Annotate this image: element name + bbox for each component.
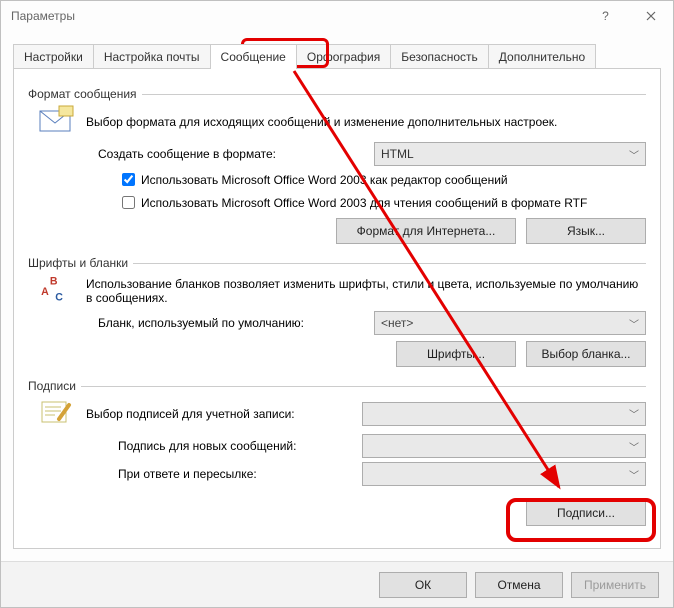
blank-select[interactable]: <нет> ﹀ <box>374 311 646 335</box>
sig-reply-select[interactable]: ﹀ <box>362 462 646 486</box>
checkbox-word-editor[interactable]: Использовать Microsoft Office Word 2003 … <box>118 170 508 189</box>
legend-fonts: Шрифты и бланки <box>28 256 133 270</box>
chevron-down-icon: ﹀ <box>629 316 639 331</box>
close-button[interactable] <box>628 1 673 31</box>
dialog-footer: ОК Отмена Применить <box>1 561 673 607</box>
svg-text:C: C <box>55 291 63 303</box>
svg-text:B: B <box>50 276 58 288</box>
btn-cancel[interactable]: Отмена <box>475 572 563 598</box>
tab-settings[interactable]: Настройки <box>13 44 94 69</box>
options-dialog: Параметры ? Настройки Настройка почты Со… <box>0 0 674 608</box>
tab-advanced[interactable]: Дополнительно <box>488 44 596 69</box>
sig-account-select[interactable]: ﹀ <box>362 402 646 426</box>
blank-label: Бланк, используемый по умолчанию: <box>98 316 374 330</box>
format-label: Создать сообщение в формате: <box>98 147 374 161</box>
fonts-icon: A C B <box>39 274 75 307</box>
sig-desc: Выбор подписей для учетной записи: <box>86 407 362 421</box>
tab-security[interactable]: Безопасность <box>390 44 489 69</box>
fonts-desc: Использование бланков позволяет изменить… <box>86 277 646 305</box>
btn-choose-blank[interactable]: Выбор бланка... <box>526 341 646 367</box>
tab-content: Формат сообщения Выбор формата для исход… <box>13 68 661 549</box>
help-button[interactable]: ? <box>583 1 628 31</box>
svg-text:A: A <box>41 286 49 298</box>
envelope-icon <box>39 105 75 138</box>
format-select[interactable]: HTML ﹀ <box>374 142 646 166</box>
btn-language[interactable]: Язык... <box>526 218 646 244</box>
tab-mail-setup[interactable]: Настройка почты <box>93 44 211 69</box>
group-message-format: Формат сообщения Выбор формата для исход… <box>28 87 646 244</box>
chevron-down-icon: ﹀ <box>629 406 639 421</box>
sig-new-label: Подпись для новых сообщений: <box>118 439 362 453</box>
checkbox-word-reader[interactable]: Использовать Microsoft Office Word 2003 … <box>118 193 587 212</box>
btn-fonts[interactable]: Шрифты... <box>396 341 516 367</box>
btn-ok[interactable]: ОК <box>379 572 467 598</box>
sig-reply-label: При ответе и пересылке: <box>118 467 362 481</box>
format-desc: Выбор формата для исходящих сообщений и … <box>86 115 646 129</box>
tabs: Настройки Настройка почты Сообщение Орфо… <box>1 31 673 68</box>
window-title: Параметры <box>11 9 75 23</box>
btn-signatures[interactable]: Подписи... <box>526 500 646 526</box>
chevron-down-icon: ﹀ <box>629 147 639 162</box>
chevron-down-icon: ﹀ <box>629 439 639 454</box>
legend-format: Формат сообщения <box>28 87 142 101</box>
group-fonts: Шрифты и бланки A C B Использование блан… <box>28 256 646 367</box>
signature-icon <box>39 397 75 430</box>
legend-signatures: Подписи <box>28 379 81 393</box>
btn-internet-format[interactable]: Формат для Интернета... <box>336 218 516 244</box>
titlebar: Параметры ? <box>1 1 673 31</box>
tab-message[interactable]: Сообщение <box>210 44 297 69</box>
group-signatures: Подписи Выбор подписей для учетной запис… <box>28 379 646 526</box>
sig-new-select[interactable]: ﹀ <box>362 434 646 458</box>
chevron-down-icon: ﹀ <box>629 467 639 482</box>
btn-apply[interactable]: Применить <box>571 572 659 598</box>
tab-spelling[interactable]: Орфография <box>296 44 391 69</box>
